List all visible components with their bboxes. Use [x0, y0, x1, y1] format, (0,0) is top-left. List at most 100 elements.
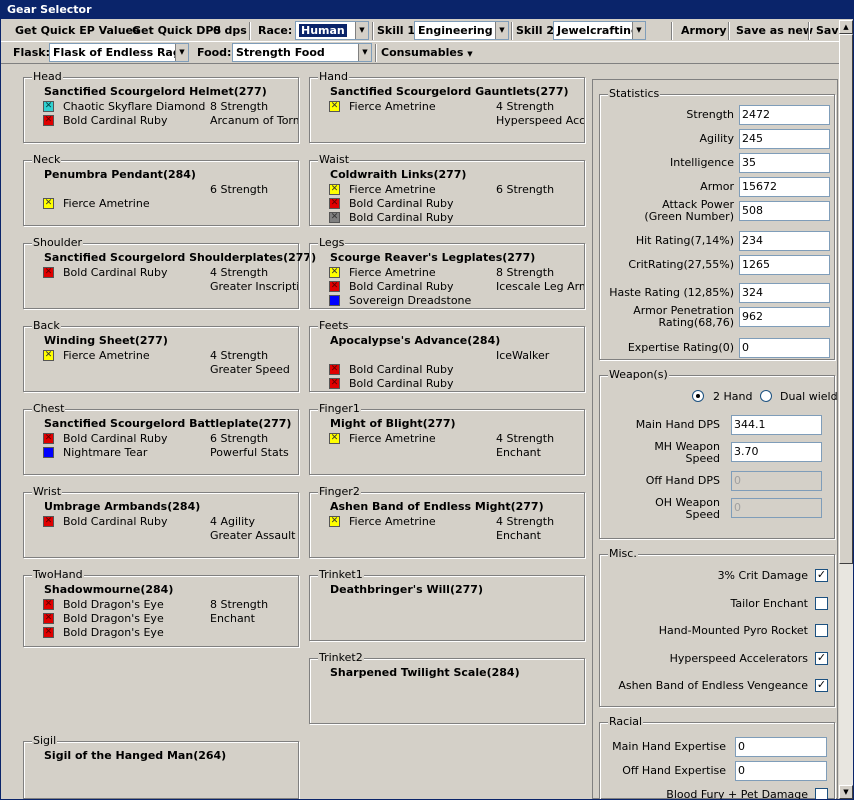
two-hand-radio[interactable] — [692, 390, 704, 402]
blood-fury-checkbox[interactable] — [815, 788, 828, 799]
item-name[interactable]: Sigil of the Hanged Man(264) — [44, 749, 226, 762]
slot-finger2[interactable]: Finger2 Ashen Band of Endless Might(277) ✕… — [309, 485, 585, 558]
gem-name[interactable]: Nightmare Tear — [63, 446, 147, 459]
item-name[interactable]: Ashen Band of Endless Might(277) — [330, 500, 544, 513]
flask-select[interactable]: Flask of Endless Rage ▼ — [49, 43, 189, 62]
misc-option-checkbox[interactable]: ✓ — [815, 651, 828, 665]
gem-name[interactable]: Bold Cardinal Ruby — [63, 114, 167, 127]
item-name[interactable]: Scourge Reaver's Legplates(277) — [330, 251, 535, 264]
save-as-new-button[interactable]: Save as new — [736, 24, 813, 37]
slot-finger1[interactable]: Finger1 Might of Blight(277) ✕ Fierce Ametr… — [309, 402, 585, 475]
gem-name[interactable]: Bold Cardinal Ruby — [63, 266, 167, 279]
gem-name[interactable]: Bold Dragon's Eye — [63, 612, 164, 625]
blue-gem-socket-icon[interactable] — [329, 295, 340, 306]
main-hand-dps-field[interactable]: 344.1 — [731, 415, 822, 435]
gem-name[interactable]: Fierce Ametrine — [349, 432, 436, 445]
dual-wield-radio[interactable] — [760, 390, 772, 402]
slot-neck[interactable]: Neck Penumbra Pendant(284) ✕ Fierce Ametrin… — [23, 153, 299, 226]
gem-name[interactable]: Bold Cardinal Ruby — [349, 377, 453, 390]
slot-feet[interactable]: Feets Apocalypse's Advance(284) ✕ Bold Card… — [309, 319, 585, 392]
slot-chest[interactable]: Chest Sanctified Scourgelord Battleplate(… — [23, 402, 299, 475]
red-gem-socket-icon[interactable]: ✕ — [43, 599, 54, 610]
yellow-gem-socket-icon[interactable]: ✕ — [43, 350, 54, 361]
red-gem-socket-icon[interactable]: ✕ — [43, 115, 54, 126]
yellow-gem-socket-icon[interactable]: ✕ — [329, 516, 340, 527]
chevron-down-icon[interactable]: ▼ — [355, 22, 368, 39]
red-gem-socket-icon[interactable]: ✕ — [43, 627, 54, 638]
item-name[interactable]: Umbrage Armbands(284) — [44, 500, 200, 513]
enchant-name[interactable]: Greater Assault — [210, 529, 298, 542]
misc-option-checkbox[interactable] — [815, 596, 828, 610]
enchant-name[interactable]: Enchant — [496, 529, 584, 542]
meta-gem-socket-icon[interactable]: ✕ — [43, 101, 54, 112]
gem-name[interactable]: Bold Cardinal Ruby — [349, 363, 453, 376]
gem-name[interactable]: Sovereign Dreadstone — [349, 294, 471, 307]
red-gem-socket-icon[interactable]: ✕ — [43, 433, 54, 444]
chevron-down-icon[interactable]: ▼ — [175, 44, 188, 61]
chevron-down-icon[interactable]: ▼ — [358, 44, 371, 61]
slot-hand[interactable]: Hand Sanctified Scourgelord Gauntlets(277… — [309, 70, 585, 143]
misc-option-checkbox[interactable]: ✓ — [815, 569, 828, 582]
item-name[interactable]: Sanctified Scourgelord Battleplate(277) — [44, 417, 291, 430]
gem-name[interactable]: Bold Dragon's Eye — [63, 626, 164, 639]
enchant-name[interactable]: Hyperspeed Accelerators — [496, 114, 584, 127]
item-name[interactable]: Penumbra Pendant(284) — [44, 168, 196, 181]
gem-name[interactable]: Fierce Ametrine — [349, 183, 436, 196]
yellow-gem-socket-icon[interactable]: ✕ — [329, 184, 340, 195]
slot-back[interactable]: Back Winding Sheet(277) ✕ Fierce Ametrine 4 … — [23, 319, 299, 392]
item-name[interactable]: Sharpened Twilight Scale(284) — [330, 666, 520, 679]
misc-option-checkbox[interactable]: ✓ — [815, 679, 828, 692]
red-gem-socket-icon[interactable]: ✕ — [329, 198, 340, 209]
red-gem-socket-icon[interactable]: ✕ — [43, 516, 54, 527]
scroll-thumb[interactable] — [839, 34, 853, 564]
save-button[interactable]: Save — [816, 24, 839, 37]
get-quick-dps-button[interactable]: Get Quick DPS — [132, 24, 221, 37]
prism-gem-socket-icon[interactable]: ✕ — [329, 212, 340, 223]
food-select[interactable]: Strength Food ▼ — [232, 43, 372, 62]
vertical-scrollbar[interactable]: ▲ ▼ — [839, 20, 853, 799]
gem-name[interactable]: Fierce Ametrine — [63, 197, 150, 210]
stat-value-field[interactable]: 508 — [739, 201, 830, 221]
enchant-name[interactable]: Greater Speed — [210, 363, 298, 376]
enchant-name[interactable]: Greater Inscription of the Axe — [210, 280, 298, 293]
red-gem-socket-icon[interactable]: ✕ — [43, 613, 54, 624]
stat-value-field[interactable]: 0 — [739, 338, 830, 358]
slot-sigil[interactable]: Sigil Sigil of the Hanged Man(264) — [23, 734, 299, 799]
slot-twohand[interactable]: TwoHand Shadowmourne(284) ✕ Bold Dragon's E… — [23, 568, 299, 647]
item-name[interactable]: Coldwraith Links(277) — [330, 168, 466, 181]
gem-name[interactable]: Fierce Ametrine — [349, 266, 436, 279]
slot-head[interactable]: Head Sanctified Scourgelord Helmet(277) ✕ C… — [23, 70, 299, 143]
get-quick-ep-button[interactable]: Get Quick EP Values — [15, 24, 140, 37]
stat-value-field[interactable]: 15672 — [739, 177, 830, 197]
item-name[interactable]: Sanctified Scourgelord Shoulderplates(27… — [44, 251, 316, 264]
red-gem-socket-icon[interactable]: ✕ — [329, 364, 340, 375]
stat-value-field[interactable]: 35 — [739, 153, 830, 173]
item-name[interactable]: Winding Sheet(277) — [44, 334, 168, 347]
scroll-down-arrow-icon[interactable]: ▼ — [839, 785, 853, 799]
item-name[interactable]: Shadowmourne(284) — [44, 583, 173, 596]
gem-name[interactable]: Fierce Ametrine — [63, 349, 150, 362]
off-hand-expertise-field[interactable]: 0 — [735, 761, 827, 781]
yellow-gem-socket-icon[interactable]: ✕ — [329, 267, 340, 278]
enchant-name[interactable]: Icescale Leg Armor — [496, 280, 584, 293]
red-gem-socket-icon[interactable]: ✕ — [43, 267, 54, 278]
red-gem-socket-icon[interactable]: ✕ — [329, 378, 340, 389]
gem-name[interactable]: Fierce Ametrine — [349, 515, 436, 528]
skill1-select[interactable]: Engineering ▼ — [414, 21, 509, 40]
slot-trinket1[interactable]: Trinket1 Deathbringer's Will(277) — [309, 568, 585, 641]
item-name[interactable]: Apocalypse's Advance(284) — [330, 334, 500, 347]
race-select[interactable]: Human ▼ — [295, 21, 369, 40]
mh-speed-field[interactable]: 3.70 — [731, 442, 822, 462]
armory-button[interactable]: Armory — [681, 24, 727, 37]
slot-wrist[interactable]: Wrist Umbrage Armbands(284) ✕ Bold Cardinal… — [23, 485, 299, 558]
scroll-up-arrow-icon[interactable]: ▲ — [839, 20, 853, 34]
gem-name[interactable]: Bold Cardinal Ruby — [63, 515, 167, 528]
yellow-gem-socket-icon[interactable]: ✕ — [329, 433, 340, 444]
gem-name[interactable]: Fierce Ametrine — [349, 100, 436, 113]
red-gem-socket-icon[interactable]: ✕ — [329, 281, 340, 292]
yellow-gem-socket-icon[interactable]: ✕ — [43, 198, 54, 209]
stat-value-field[interactable]: 2472 — [739, 105, 830, 125]
stat-value-field[interactable]: 234 — [739, 231, 830, 251]
stat-value-field[interactable]: 1265 — [739, 255, 830, 275]
consumables-menu[interactable]: Consumables ▼ — [381, 46, 473, 59]
